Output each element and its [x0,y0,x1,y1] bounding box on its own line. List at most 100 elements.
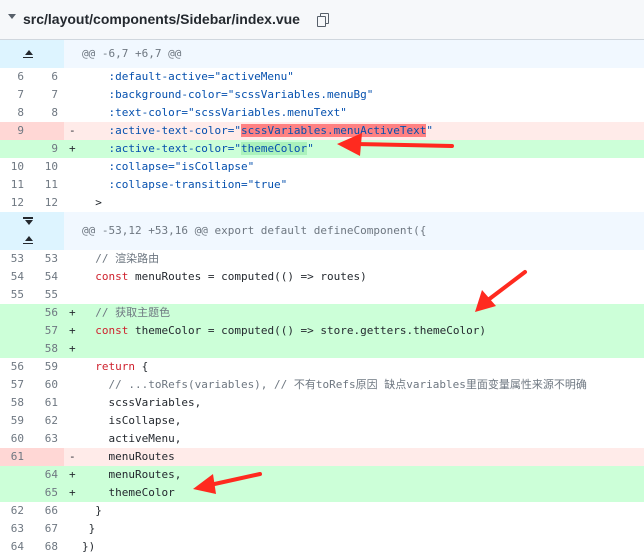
new-line-number[interactable]: 67 [30,520,64,538]
code-line: }) [82,540,96,553]
code-line: activeMenu, [82,432,182,445]
old-line-number[interactable]: 60 [0,430,30,448]
new-line-number[interactable]: 66 [30,502,64,520]
file-header: src/layout/components/Sidebar/index.vue [0,0,644,40]
old-line-number[interactable] [0,322,30,340]
new-line-number[interactable]: 58 [30,340,64,358]
code-line: :active-text-color="scssVariables.menuAc… [82,124,434,137]
collapse-chevron-icon[interactable] [8,14,16,19]
new-line-number[interactable]: 60 [30,376,64,394]
new-line-number[interactable]: 68 [30,538,64,556]
old-line-number[interactable]: 56 [0,358,30,376]
new-line-number[interactable]: 59 [30,358,64,376]
old-line-number[interactable]: 11 [0,176,30,194]
diff-line-added: 9 + :active-text-color="themeColor" [0,140,644,158]
old-line-number[interactable]: 12 [0,194,30,212]
diff-line: 8 8 :text-color="scssVariables.menuText" [0,104,644,122]
code-line: :collapse-transition="true" [82,178,288,191]
code-line: :collapse="isCollapse" [82,160,255,173]
expand-up-icon [19,234,37,244]
old-line-number[interactable]: 53 [0,250,30,268]
diff-line: 54 54 const menuRoutes = computed(() => … [0,268,644,286]
diff-line: 63 67 } [0,520,644,538]
diff-sign: + [69,486,76,499]
diff-sign: + [69,306,76,319]
old-line-number[interactable]: 55 [0,286,30,304]
diff-sign: + [69,324,76,337]
diff-line-added: 65 + themeColor [0,484,644,502]
new-line-number[interactable] [30,122,64,140]
new-line-number[interactable]: 62 [30,412,64,430]
new-line-number[interactable]: 8 [30,104,64,122]
old-line-number[interactable] [0,466,30,484]
new-line-number[interactable]: 63 [30,430,64,448]
new-line-number[interactable]: 64 [30,466,64,484]
code-line: } [82,504,102,517]
old-line-number[interactable]: 63 [0,520,30,538]
code-line: return { [95,360,149,373]
diff-sign: - [69,450,76,463]
diff-line: 53 53 // 渲染路由 [0,250,644,268]
expand-up-icon [19,48,37,58]
old-line-number[interactable]: 10 [0,158,30,176]
diff-sign: - [69,124,76,137]
diff-line: 59 62 isCollapse, [0,412,644,430]
code-line: const menuRoutes = computed(() => routes… [95,270,367,283]
code-line: :active-text-color="themeColor" [82,142,314,155]
diff-view: @@ -6,7 +6,7 @@ 6 6 :default-active="act… [0,40,644,556]
old-line-number[interactable]: 59 [0,412,30,430]
new-line-number[interactable]: 54 [30,268,64,286]
diff-line: 56 59 return { [0,358,644,376]
diff-line-deleted: 61 - menuRoutes [0,448,644,466]
new-line-number[interactable]: 12 [30,194,64,212]
diff-line-added: 57 + const themeColor = computed(() => s… [0,322,644,340]
hunk-header-text: @@ -53,12 +53,16 @@ export default defin… [82,224,427,237]
diff-line: 7 7 :background-color="scssVariables.men… [0,86,644,104]
old-line-number[interactable]: 64 [0,538,30,556]
new-line-number[interactable]: 53 [30,250,64,268]
old-line-number[interactable]: 8 [0,104,30,122]
diff-line: 64 68 }) [0,538,644,556]
code-line: :background-color="scssVariables.menuBg" [82,88,374,101]
new-line-number[interactable]: 11 [30,176,64,194]
old-line-number[interactable] [0,340,30,358]
new-line-number[interactable]: 7 [30,86,64,104]
code-line: isCollapse, [82,414,182,427]
changed-token: scssVariables.menuActiveText [240,124,427,137]
old-line-number[interactable]: 7 [0,86,30,104]
diff-line-added: 64 + menuRoutes, [0,466,644,484]
code-line: :default-active="activeMenu" [82,70,294,83]
diff-line: 12 12 > [0,194,644,212]
diff-sign: + [69,468,76,481]
new-line-number[interactable]: 9 [30,140,64,158]
new-line-number[interactable]: 55 [30,286,64,304]
new-line-number[interactable]: 61 [30,394,64,412]
old-line-number[interactable]: 61 [0,448,30,466]
old-line-number[interactable]: 54 [0,268,30,286]
code-line: themeColor [82,486,175,499]
expand-up-button[interactable] [0,40,64,68]
new-line-number[interactable]: 6 [30,68,64,86]
new-line-number[interactable]: 65 [30,484,64,502]
code-line: scssVariables, [82,396,202,409]
old-line-number[interactable]: 6 [0,68,30,86]
diff-line: 60 63 activeMenu, [0,430,644,448]
new-line-number[interactable]: 10 [30,158,64,176]
old-line-number[interactable]: 62 [0,502,30,520]
old-line-number[interactable]: 58 [0,394,30,412]
old-line-number[interactable]: 57 [0,376,30,394]
old-line-number[interactable] [0,304,30,322]
hunk-header: @@ -53,12 +53,16 @@ export default defin… [0,212,644,250]
file-path[interactable]: src/layout/components/Sidebar/index.vue [23,11,300,27]
old-line-number[interactable] [0,140,30,158]
new-line-number[interactable]: 57 [30,322,64,340]
code-line: menuRoutes, [82,468,182,481]
old-line-number[interactable]: 9 [0,122,30,140]
new-line-number[interactable]: 56 [30,304,64,322]
new-line-number[interactable] [30,448,64,466]
expand-both-button[interactable] [0,212,64,250]
old-line-number[interactable] [0,484,30,502]
code-line: // 获取主题色 [82,306,171,319]
code-line: // 渲染路由 [82,252,160,265]
copy-icon[interactable] [317,13,329,27]
